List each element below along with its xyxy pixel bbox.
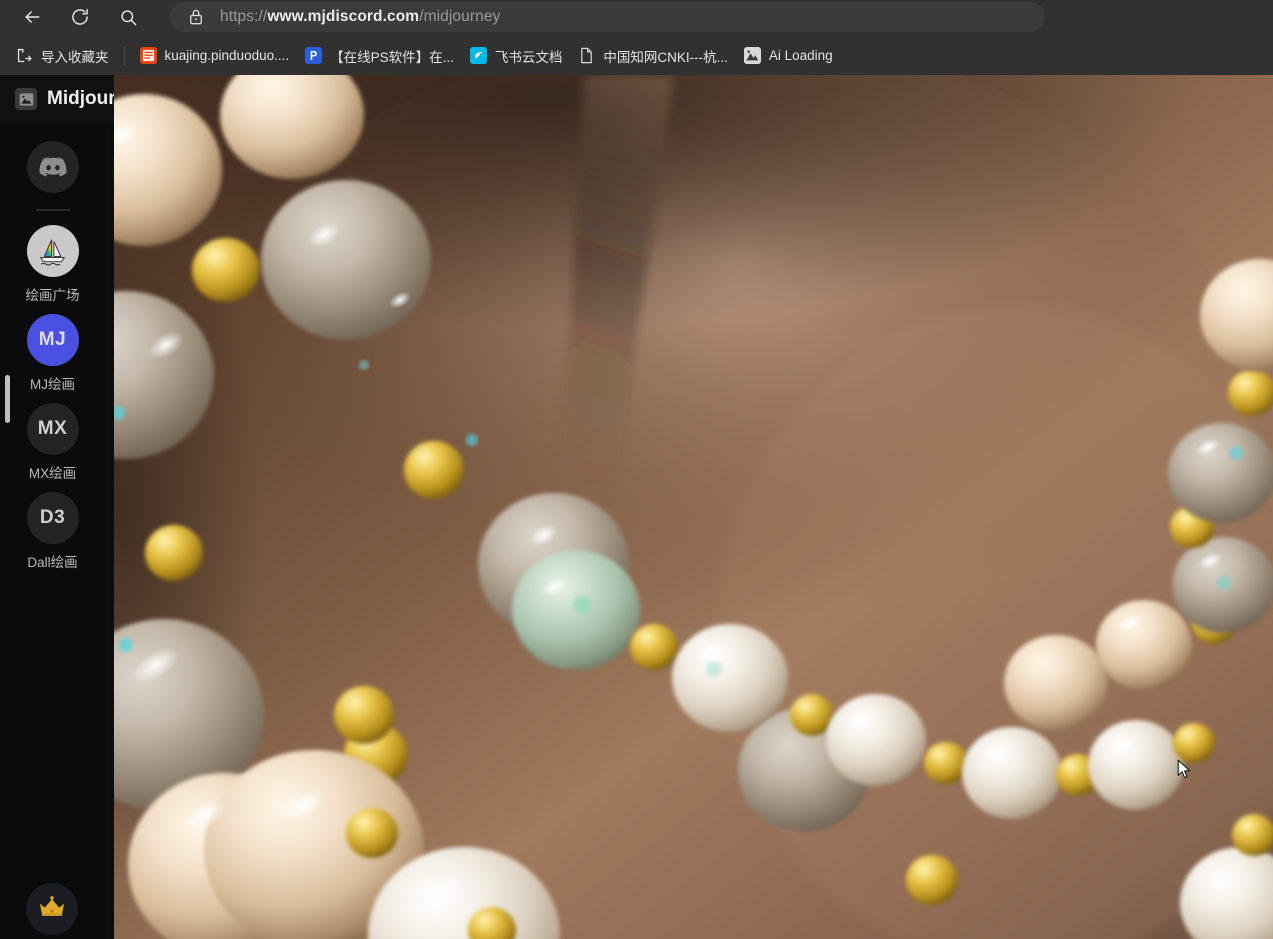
crown-glyph: [39, 895, 65, 916]
url-host: www.mjdiscord.com: [267, 8, 420, 25]
image-mountain-glyph: [19, 92, 33, 106]
back-arrow-icon: [25, 11, 40, 23]
ai-loading-icon: [743, 47, 761, 64]
sidebar-item-label-dall: Dall绘画: [27, 555, 78, 570]
bookmarks-bar: 导入收藏夹 kuajing.pinduoduo.... 【在线PS软件】在...…: [0, 36, 1273, 75]
image-placeholder-icon: [15, 88, 37, 110]
feishu-icon: [469, 47, 487, 64]
browser-chrome: https://www.mjdiscord.com/midjourney 导入收…: [0, 0, 1273, 75]
bookmark-item-4[interactable]: Ai Loading: [736, 42, 841, 70]
dall-avatar: D3: [26, 492, 79, 544]
sidebar-item-label-mx: MX绘画: [28, 466, 77, 481]
lock-icon: [188, 8, 204, 26]
sidebar-scrollbar[interactable]: [5, 375, 10, 423]
address-bar-text: https://www.mjdiscord.com/midjourney: [220, 8, 500, 26]
page-viewport: Midjourney: [0, 75, 1273, 939]
url-scheme: https://: [220, 8, 268, 25]
bookmark-label-4: Ai Loading: [768, 48, 833, 63]
address-bar[interactable]: https://www.mjdiscord.com/midjourney: [170, 2, 1045, 32]
sidebar-item-vip[interactable]: [26, 883, 78, 935]
bookmark-item-0[interactable]: kuajing.pinduoduo....: [132, 42, 298, 70]
bookmark-import-label: 导入收藏夹: [41, 49, 109, 65]
sidebar-rail: 绘画广场 MJ MJ绘画 MX MX绘画 D3 Dall绘画: [0, 123, 105, 939]
sidebar-item-mx[interactable]: MX MX绘画: [26, 403, 79, 482]
app-header: Midjourney: [0, 75, 114, 123]
pearl-necklace-photo: [114, 75, 1273, 939]
sidebar-item-discord[interactable]: [26, 141, 79, 193]
pinduoduo-glyph: [142, 49, 154, 62]
app-title: Midjourney: [47, 88, 114, 109]
back-button[interactable]: [15, 2, 49, 32]
bookmark-import-button[interactable]: 导入收藏夹: [8, 42, 117, 70]
bookmark-label-2: 飞书云文档: [494, 49, 563, 65]
url-path: /midjourney: [419, 8, 501, 25]
reload-icon: [72, 8, 88, 25]
search-icon: [120, 9, 136, 25]
browser-toolbar: https://www.mjdiscord.com/midjourney: [0, 0, 1273, 34]
mx-avatar: MX: [26, 403, 79, 455]
midjourney-sailboat-glyph: [39, 239, 65, 266]
bookmark-divider: [123, 46, 125, 65]
bookmark-item-2[interactable]: 飞书云文档: [462, 42, 571, 70]
photoshop-icon: [305, 47, 323, 64]
pinduoduo-icon: [139, 47, 157, 64]
image-viewer-overlay[interactable]: [114, 75, 1273, 939]
sidebar-divider: [35, 209, 70, 211]
crown-icon: [37, 894, 67, 925]
bookmark-item-3[interactable]: 中国知网CNKI---杭...: [570, 42, 736, 70]
sidebar-item-dall[interactable]: D3 Dall绘画: [26, 492, 79, 571]
sidebar-item-label-mj: MJ绘画: [30, 377, 75, 392]
photoshop-glyph: [305, 47, 323, 64]
discord-glyph: [39, 157, 66, 177]
bookmark-label-0: kuajing.pinduoduo....: [164, 48, 290, 63]
bookmark-label-1: 【在线PS软件】在...: [330, 49, 454, 65]
import-bookmarks-icon: [16, 47, 33, 64]
feishu-glyph: [469, 47, 487, 64]
reload-button[interactable]: [63, 2, 97, 32]
app-sidebar: Midjourney: [0, 75, 114, 939]
sailboat-icon: [26, 225, 79, 277]
image-mountain-glyph: [743, 47, 761, 64]
mj-avatar: MJ: [26, 314, 79, 366]
discord-icon: [26, 141, 79, 193]
sidebar-item-label-gallery: 绘画广场: [25, 288, 80, 303]
search-button[interactable]: [111, 2, 145, 32]
bookmark-item-1[interactable]: 【在线PS软件】在...: [297, 42, 462, 70]
bookmark-label-3: 中国知网CNKI---杭...: [603, 49, 728, 65]
sidebar-item-gallery[interactable]: 绘画广场: [26, 225, 80, 304]
document-icon: [578, 47, 595, 64]
sidebar-item-mj[interactable]: MJ MJ绘画: [26, 314, 79, 393]
